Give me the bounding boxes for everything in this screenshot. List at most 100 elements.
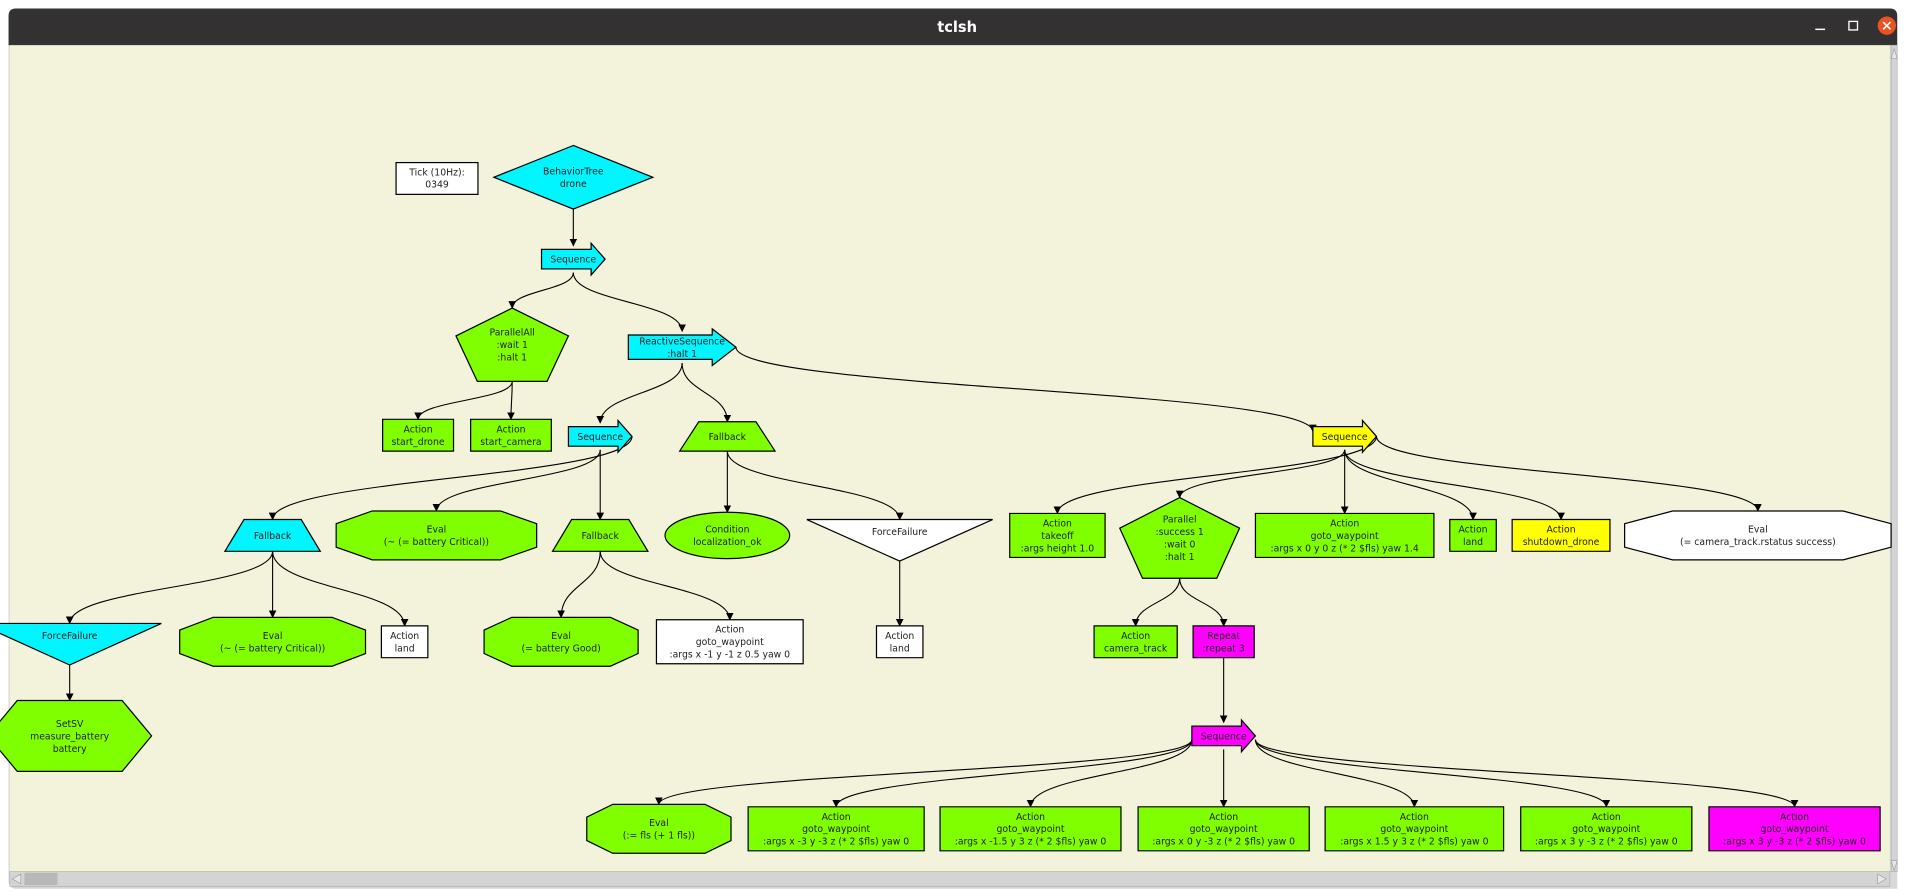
node-label: Action (1547, 525, 1576, 536)
node-label: goto_waypoint (1761, 824, 1829, 835)
tick-value: 0349 (425, 180, 449, 191)
horizontal-scrollbar[interactable] (9, 871, 1891, 887)
node-label: battery (53, 744, 87, 755)
node-camera-track[interactable]: Actioncamera_track (1093, 625, 1178, 659)
node-label: Action (1592, 812, 1621, 823)
node-start-drone[interactable]: Action start_drone (382, 418, 455, 452)
node-eval-not-critical-mid[interactable]: Eval(~ (= battery Critical)) (335, 510, 538, 561)
node-label: Eval (649, 818, 669, 829)
node-wp1[interactable]: Actiongoto_waypoint :args x -3 y -3 z (* … (747, 806, 925, 852)
node-label: :args height 1.0 (1021, 543, 1095, 554)
minimize-button[interactable] (1809, 16, 1831, 38)
node-label: Action (1330, 518, 1359, 529)
tclsh-window: tclsh Tick (10Hz): 0349 BehaviorTreedron… (0, 0, 1907, 893)
node-label: Action (1121, 631, 1150, 642)
node-label: Eval (427, 525, 447, 536)
title-bar[interactable]: tclsh (8, 8, 1898, 46)
node-label: Fallback (582, 531, 620, 542)
node-label: ForceFailure (42, 631, 98, 642)
node-label: goto_waypoint (696, 637, 764, 648)
node-label: Sequence (577, 432, 623, 443)
node-land-y[interactable]: Actionland (1449, 518, 1497, 552)
node-label: goto_waypoint (1380, 824, 1448, 835)
node-wp4[interactable]: Actiongoto_waypoint:args x 1.5 y 3 z (* … (1324, 806, 1505, 852)
diagram-canvas[interactable] (9, 45, 1890, 872)
node-label: Action (822, 812, 851, 823)
node-label: Parallel (1163, 515, 1197, 526)
node-label: goto_waypoint (1572, 824, 1640, 835)
node-label: Condition (705, 525, 749, 536)
node-label: takeoff (1041, 531, 1074, 542)
node-label: land (1463, 537, 1483, 548)
tick-label: Tick (10Hz): (408, 167, 464, 178)
node-wp5[interactable]: Actiongoto_waypoint :args x 3 y -3 z (* 2… (1520, 806, 1693, 852)
node-label: Fallback (254, 531, 292, 542)
window-title: tclsh (937, 19, 977, 36)
node-label: start_drone (392, 437, 445, 448)
node-label: Eval (263, 631, 283, 642)
node-label: Action (1043, 518, 1072, 529)
node-label: :args x -3 y -3 z (* 2 $fls) yaw 0 (763, 837, 909, 848)
node-label: goto_waypoint (802, 824, 870, 835)
node-label: ReactiveSequence (639, 336, 725, 347)
node-label: Eval (551, 631, 571, 642)
node-label: Action (1016, 812, 1045, 823)
node-label: shutdown_drone (1523, 537, 1600, 548)
node-wp6[interactable]: Actiongoto_waypoint:args x 3 y -3 z (* 2… (1708, 806, 1881, 852)
node-label: Action (496, 424, 525, 435)
node-land-mid[interactable]: Actionland (875, 625, 924, 659)
node-label: land (890, 643, 910, 654)
node-label: :args x -1.5 y 3 z (* 2 $fls) yaw 0 (955, 837, 1107, 848)
node-label: goto_waypoint (1190, 824, 1258, 835)
node-eval-good[interactable]: Eval(= battery Good) (483, 616, 639, 667)
node-label: :args x -1 y -1 z 0.5 yaw 0 (669, 650, 790, 661)
node-label: :args x 3 y -3 z (* 2 $fls) yaw 0 (1535, 837, 1678, 848)
node-label: :args x 3 y -3 z (* 2 $fls) yaw 0 (1723, 837, 1866, 848)
node-label: :halt 1 (1165, 552, 1195, 563)
node-label: Eval (1748, 525, 1768, 536)
node-label: Action (390, 631, 419, 642)
node-label: (:= fls (+ 1 fls)) (623, 830, 695, 841)
node-wp3[interactable]: Actiongoto_waypoint:args x 0 y -3 z (* 2… (1137, 806, 1310, 852)
node-eval-fls[interactable]: Eval(:= fls (+ 1 fls)) (586, 803, 732, 854)
node-wp2[interactable]: Actiongoto_waypoint:args x -1.5 y 3 z (*… (939, 806, 1122, 852)
node-label: goto_waypoint (1311, 531, 1379, 542)
node-label: Sequence (1322, 432, 1368, 443)
horizontal-scrollbar-thumb[interactable] (24, 872, 58, 886)
node-eval-camera[interactable]: Eval(= camera_track.rstatus success) (1624, 510, 1892, 561)
node-land-left[interactable]: Actionland (380, 625, 429, 659)
node-label: BehaviorTree (543, 166, 604, 177)
close-button[interactable] (1877, 16, 1896, 35)
node-repeat[interactable]: Repeat:repeat 3 (1192, 625, 1255, 659)
node-setsv[interactable]: SetSVmeasure_batterybattery (0, 699, 153, 772)
vertical-scrollbar[interactable] (1889, 44, 1898, 889)
node-eval-not-critical-left[interactable]: Eval(~ (= battery Critical)) (179, 616, 367, 667)
horizontal-scrollbar-track[interactable] (9, 871, 1891, 887)
node-label: (~ (= battery Critical)) (384, 537, 489, 548)
node-condition-loc[interactable]: Conditionlocalization_ok (664, 511, 791, 560)
node-label: localization_ok (693, 537, 762, 548)
node-label: ParallelAll (490, 328, 535, 339)
node-label: :halt 1 (497, 353, 527, 364)
node-start-camera[interactable]: Action start_camera (470, 418, 552, 452)
node-label: drone (560, 179, 587, 190)
node-goto-m1[interactable]: Actiongoto_waypoint:args x -1 y -1 z 0.5… (655, 619, 804, 665)
node-label: Sequence (1201, 731, 1247, 742)
node-label: measure_battery (30, 731, 110, 742)
node-label: (~ (= battery Critical)) (220, 643, 325, 654)
node-goto-0-0[interactable]: Action goto_waypoint:args x 0 y 0 z (* 2 … (1254, 512, 1435, 559)
node-shutdown[interactable]: Actionshutdown_drone (1511, 518, 1611, 552)
node-label: land (395, 643, 415, 654)
node-label: Action (885, 631, 914, 642)
node-label: (= battery Good) (521, 643, 600, 654)
node-label: start_camera (480, 437, 541, 448)
vertical-scrollbar-track[interactable] (1890, 44, 1898, 872)
node-label: :halt 1 (667, 349, 697, 360)
maximize-button[interactable] (1842, 16, 1864, 38)
node-takeoff[interactable]: Action takeoff:args height 1.0 (1009, 512, 1106, 559)
node-label: :args x 1.5 y 3 z (* 2 $fls) yaw 0 (1340, 837, 1488, 848)
node-label: SetSV (56, 719, 84, 730)
tick-counter: Tick (10Hz): 0349 (395, 161, 479, 195)
node-reactive[interactable]: ReactiveSequence :halt 1 (627, 327, 737, 367)
node-label: camera_track (1104, 643, 1168, 654)
